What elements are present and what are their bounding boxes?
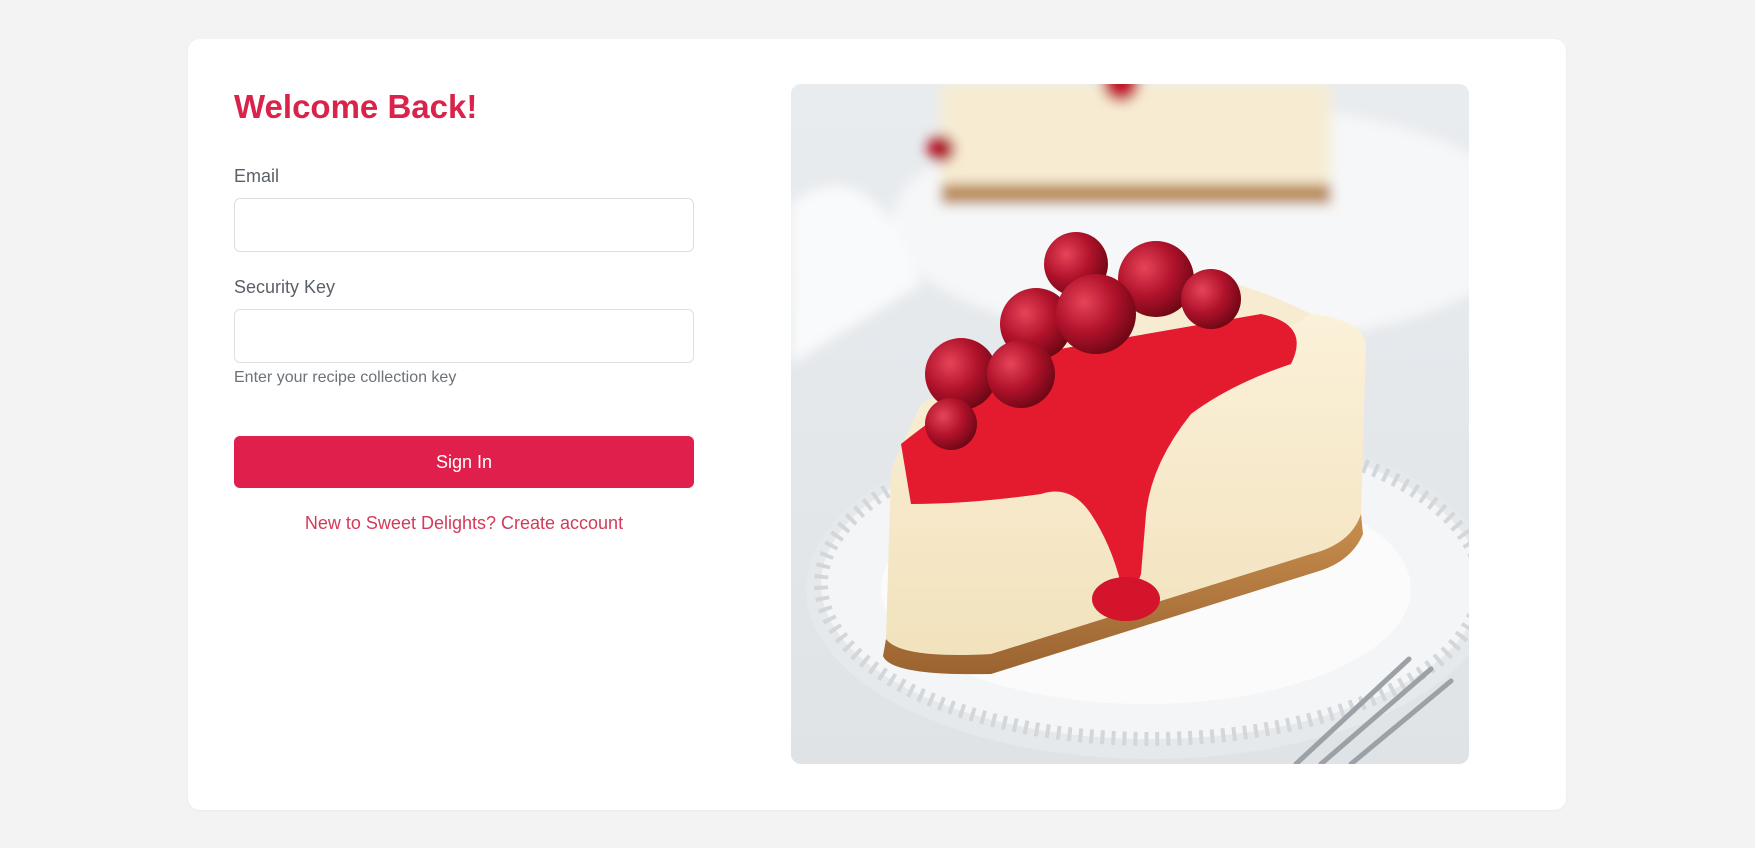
security-key-field[interactable] — [234, 309, 694, 363]
create-account-link[interactable]: New to Sweet Delights? Create account — [234, 513, 694, 534]
email-label: Email — [234, 166, 280, 186]
cheesecake-image — [791, 84, 1469, 764]
email-field[interactable] — [234, 198, 694, 252]
page-title: Welcome Back! — [234, 88, 478, 125]
security-key-label: Security Key — [234, 277, 336, 297]
security-key-hint: Enter your recipe collection key — [234, 369, 457, 386]
sign-in-button[interactable]: Sign In — [234, 436, 694, 488]
login-card: Welcome Back! Email Security Key Enter y… — [188, 39, 1566, 810]
